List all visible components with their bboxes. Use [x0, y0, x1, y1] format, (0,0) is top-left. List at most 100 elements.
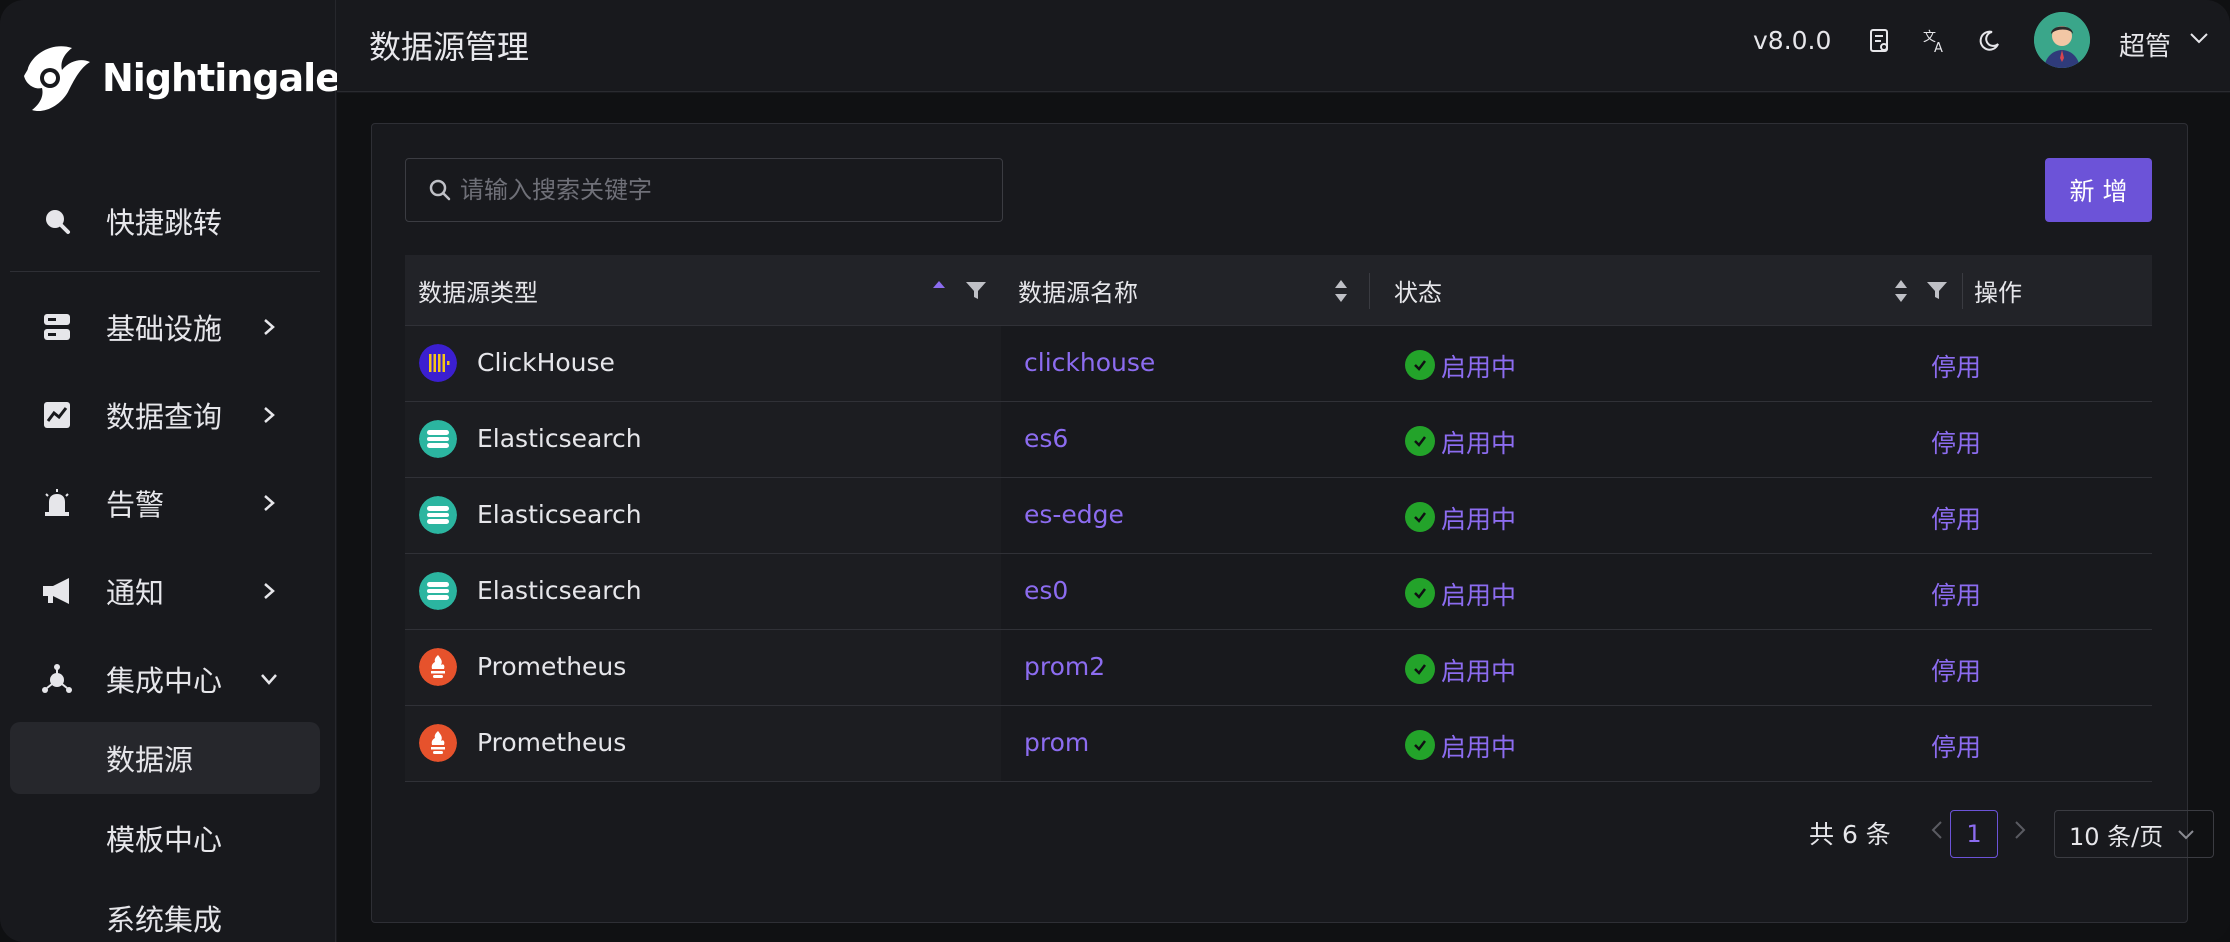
page-size-select[interactable]: 10 条/页 [2054, 810, 2214, 858]
datasource-name-link[interactable]: es0 [1024, 576, 1068, 605]
disable-button[interactable]: 停用 [1931, 348, 1981, 384]
chevron-down-icon [258, 668, 280, 690]
sort-icon[interactable] [1893, 277, 1909, 305]
chevron-down-icon [2178, 830, 2194, 840]
page-size-value: 10 条/页 [2069, 822, 2164, 851]
search-box[interactable] [405, 158, 1003, 222]
nightingale-bird-icon [24, 46, 90, 112]
filter-icon[interactable] [965, 279, 987, 301]
datasource-name-link[interactable]: es6 [1024, 424, 1068, 453]
sidebar-item-data-query[interactable]: 数据查询 [10, 379, 320, 451]
datasource-table: 数据源类型 数据源名称 状态 操作 ClickHouse clickhouse … [405, 255, 2152, 782]
datasource-type: Prometheus [477, 728, 627, 757]
type-cell: Prometheus [405, 630, 1001, 705]
svg-text:A: A [1934, 41, 1943, 54]
sidebar-item-quick-jump[interactable]: 快捷跳转 [10, 185, 320, 257]
table-row: Elasticsearch es-edge 启用中 停用 [405, 478, 2152, 554]
sidebar-subitem-label: 模板中心 [106, 823, 223, 857]
sidebar-subitem-label: 系统集成 [106, 903, 223, 937]
disable-button[interactable]: 停用 [1931, 576, 1981, 612]
column-header-status[interactable]: 状态 [1394, 255, 1442, 326]
table-row: Elasticsearch es0 启用中 停用 [405, 554, 2152, 630]
clickhouse-icon [419, 344, 457, 382]
page-title: 数据源管理 [369, 28, 530, 66]
datasource-name-link[interactable]: es-edge [1024, 500, 1124, 529]
sidebar-item-label: 基础设施 [106, 312, 223, 346]
datasource-name-link[interactable]: prom2 [1024, 652, 1105, 681]
status-badge: 启用中 [1441, 657, 1517, 686]
datasource-type: Elasticsearch [477, 576, 642, 605]
datasource-card: 新 增 数据源类型 数据源名称 状态 操作 [371, 123, 2214, 923]
chart-line-icon [40, 398, 74, 432]
sort-asc-icon[interactable] [931, 277, 947, 305]
datasource-type: Elasticsearch [477, 424, 642, 453]
check-circle-icon [1405, 502, 1435, 532]
sidebar-subitem-system-integration[interactable]: 系统集成 [10, 882, 320, 942]
type-cell: Elasticsearch [405, 402, 1001, 477]
elasticsearch-icon [419, 496, 457, 534]
prometheus-icon [419, 648, 457, 686]
datasource-type: Elasticsearch [477, 500, 642, 529]
type-cell: Elasticsearch [405, 478, 1001, 553]
pagination-page-button[interactable]: 1 [1950, 810, 1998, 858]
sidebar-subitem-template-center[interactable]: 模板中心 [10, 802, 320, 874]
chevron-right-icon [258, 316, 280, 338]
user-name[interactable]: 超管 [2119, 26, 2171, 63]
logo[interactable]: Nightingale [20, 38, 341, 118]
avatar[interactable] [2034, 12, 2090, 68]
sidebar-subitem-label: 数据源 [106, 743, 194, 777]
datasource-name-link[interactable]: clickhouse [1024, 348, 1155, 377]
chevron-right-icon[interactable] [2008, 819, 2030, 841]
server-icon [40, 310, 74, 344]
disable-button[interactable]: 停用 [1931, 500, 1981, 536]
sidebar-item-label: 集成中心 [106, 664, 223, 698]
sidebar-subitem-datasource[interactable]: 数据源 [10, 722, 320, 794]
check-circle-icon [1405, 426, 1435, 456]
divider [10, 271, 320, 272]
check-circle-icon [1405, 350, 1435, 380]
logo-text: Nightingale [102, 56, 341, 100]
chevron-down-icon[interactable] [2188, 30, 2210, 52]
check-circle-icon [1405, 578, 1435, 608]
sort-icon[interactable] [1333, 277, 1349, 305]
datasource-type: ClickHouse [477, 348, 615, 377]
check-circle-icon [1405, 730, 1435, 760]
sidebar-item-notifications[interactable]: 通知 [10, 555, 320, 627]
version-label: v8.0.0 [1753, 26, 1832, 55]
status-badge: 启用中 [1441, 353, 1517, 382]
chevron-right-icon [258, 404, 280, 426]
add-datasource-button[interactable]: 新 增 [2045, 158, 2152, 222]
sidebar-item-integration-center[interactable]: 集成中心 [10, 643, 320, 715]
status-badge: 启用中 [1441, 429, 1517, 458]
table-header: 数据源类型 数据源名称 状态 操作 [405, 255, 2152, 326]
column-header-name[interactable]: 数据源名称 [1018, 255, 1138, 326]
chevron-right-icon [258, 580, 280, 602]
check-circle-icon [1405, 654, 1435, 684]
prometheus-icon [419, 724, 457, 762]
disable-button[interactable]: 停用 [1931, 424, 1981, 460]
sidebar-item-label: 数据查询 [106, 400, 223, 434]
search-input[interactable] [460, 176, 1000, 204]
table-row: Prometheus prom2 启用中 停用 [405, 630, 2152, 706]
table-row: Prometheus prom 启用中 停用 [405, 706, 2152, 782]
search-icon [429, 179, 451, 201]
document-icon[interactable] [1865, 26, 1895, 56]
datasource-name-link[interactable]: prom [1024, 728, 1089, 757]
sidebar-item-label: 通知 [106, 576, 165, 610]
sidebar-item-infrastructure[interactable]: 基础设施 [10, 291, 320, 363]
sidebar-item-label: 告警 [106, 488, 165, 522]
filter-icon[interactable] [1926, 279, 1948, 301]
chevron-left-icon[interactable] [1927, 819, 1949, 841]
elasticsearch-icon [419, 420, 457, 458]
translate-icon[interactable]: 文A [1920, 26, 1950, 56]
sidebar: Nightingale 快捷跳转 基础设施 数据查询 告警 通知 集成中心 数据… [0, 0, 341, 942]
column-divider [1962, 273, 1963, 309]
pagination-total: 共 6 条 [1809, 820, 1891, 849]
app-window: Nightingale 快捷跳转 基础设施 数据查询 告警 通知 集成中心 数据… [0, 0, 2230, 942]
disable-button[interactable]: 停用 [1931, 728, 1981, 764]
moon-icon[interactable] [1974, 26, 2004, 56]
column-header-type[interactable]: 数据源类型 [418, 255, 538, 326]
disable-button[interactable]: 停用 [1931, 652, 1981, 688]
sidebar-item-alerts[interactable]: 告警 [10, 467, 320, 539]
datasource-type: Prometheus [477, 652, 627, 681]
